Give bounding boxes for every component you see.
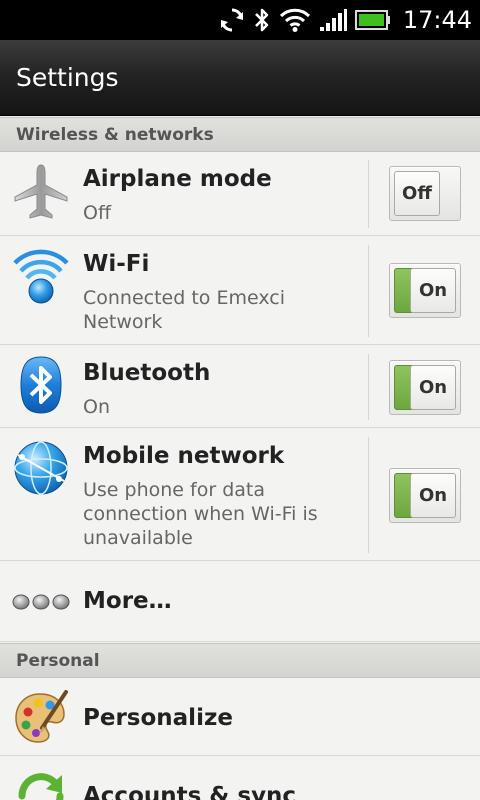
- status-bar: 17:44: [0, 0, 480, 40]
- airplane-mode-row[interactable]: Airplane mode Off Off: [0, 152, 480, 236]
- toggle-knob-label: On: [410, 473, 456, 518]
- airplane-icon: [12, 164, 70, 222]
- row-divider: [368, 245, 369, 337]
- accounts-sync-title: Accounts & sync: [83, 783, 297, 800]
- wifi-signal-icon: [279, 7, 311, 33]
- more-title: More…: [83, 588, 172, 614]
- mobile-network-toggle[interactable]: On: [389, 468, 461, 523]
- row-divider: [368, 354, 369, 420]
- title-bar: Settings: [0, 40, 480, 116]
- sync-icon: [219, 7, 245, 33]
- bluetooth-status-icon: [253, 7, 271, 33]
- page-title: Settings: [16, 63, 119, 92]
- airplane-mode-status: Off: [83, 202, 112, 224]
- wifi-title: Wi-Fi: [83, 251, 150, 277]
- wifi-status: Connected to Emexci Network: [83, 287, 285, 333]
- mobile-network-status: Use phone for data connection when Wi-Fi…: [83, 479, 318, 549]
- bluetooth-toggle[interactable]: On: [389, 360, 461, 415]
- personalize-title: Personalize: [83, 705, 233, 731]
- section-label: Personal: [16, 650, 100, 671]
- bluetooth-status: On: [83, 396, 110, 418]
- airplane-mode-title: Airplane mode: [83, 166, 272, 192]
- sync-arrows-icon: [12, 767, 70, 800]
- toggle-knob-label: Off: [394, 171, 440, 216]
- palette-icon: [12, 688, 70, 746]
- wifi-icon: [12, 247, 70, 305]
- mobile-network-title: Mobile network: [83, 443, 285, 469]
- cell-signal-icon: [319, 7, 347, 33]
- row-divider: [368, 437, 369, 553]
- more-row[interactable]: More…: [0, 562, 480, 642]
- globe-icon: [12, 439, 70, 497]
- mobile-network-row[interactable]: Mobile network Use phone for data connec…: [0, 429, 480, 561]
- status-clock: 17:44: [402, 6, 472, 34]
- wifi-row[interactable]: Wi-Fi Connected to Emexci Network On: [0, 237, 480, 345]
- battery-icon: [354, 9, 391, 31]
- wifi-toggle[interactable]: On: [389, 263, 461, 318]
- bluetooth-row[interactable]: Bluetooth On On: [0, 346, 480, 428]
- bluetooth-title: Bluetooth: [83, 360, 211, 386]
- section-header-personal: Personal: [0, 643, 480, 678]
- personalize-row[interactable]: Personalize: [0, 678, 480, 756]
- accounts-sync-row[interactable]: Accounts & sync: [0, 757, 480, 800]
- toggle-knob-label: On: [410, 365, 456, 410]
- section-header-wireless: Wireless & networks: [0, 117, 480, 152]
- toggle-knob-label: On: [410, 268, 456, 313]
- more-dots-icon: [12, 573, 70, 631]
- airplane-mode-toggle[interactable]: Off: [389, 166, 461, 221]
- row-divider: [368, 160, 369, 228]
- bluetooth-icon: [12, 356, 70, 414]
- section-label: Wireless & networks: [16, 124, 214, 145]
